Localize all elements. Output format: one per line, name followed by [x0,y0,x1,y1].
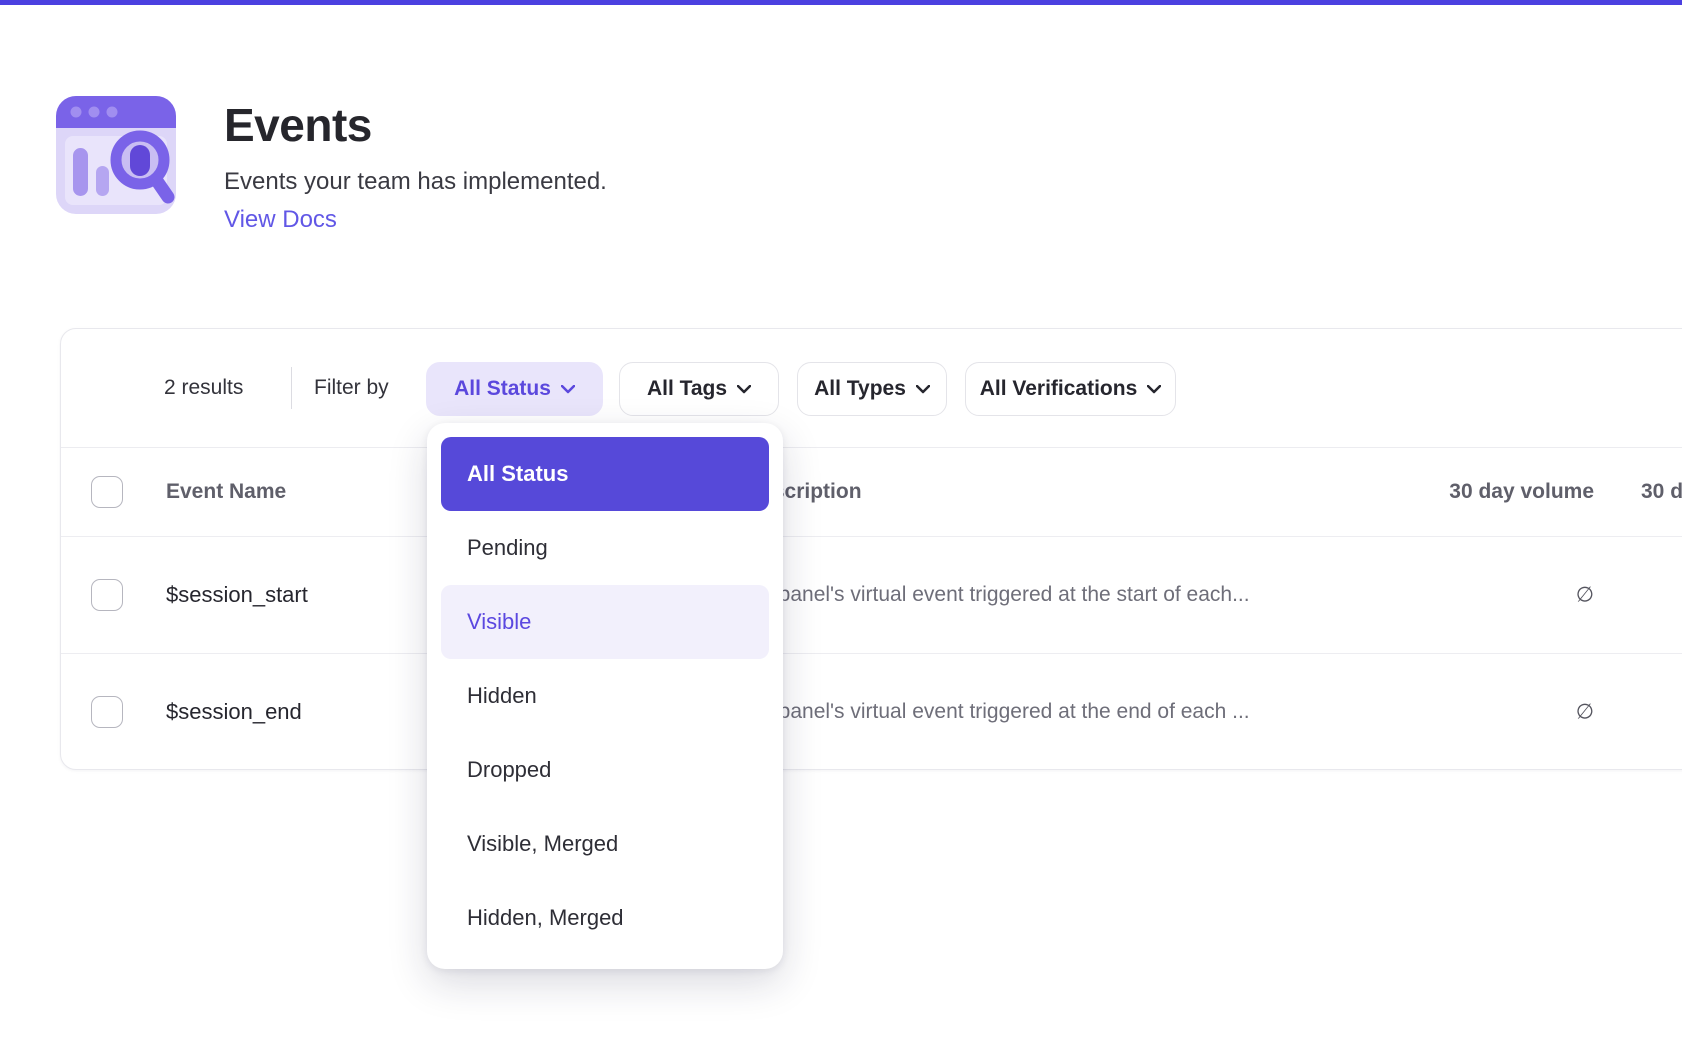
table-header-row: Event Name Description 30 day volume 30 … [61,447,1682,536]
dropdown-item-all-status[interactable]: All Status [441,437,769,511]
page-subtitle: Events your team has implemented. [224,168,924,196]
event-description: Mixpanel's virtual event triggered at th… [746,583,1250,607]
filter-toolbar: 2 results Filter by All Status All Tags … [61,329,1682,447]
dropdown-item-visible[interactable]: Visible [441,585,769,659]
status-filter-dropdown: All Status Pending Visible Hidden Droppe… [427,423,783,969]
dropdown-item-dropped[interactable]: Dropped [441,733,769,807]
filter-types-label: All Types [814,377,906,401]
column-header-30-d-partial[interactable]: 30 d [1641,480,1682,504]
filter-tags-button[interactable]: All Tags [619,362,779,416]
filter-status-button[interactable]: All Status [426,362,603,416]
results-count: 2 results [164,329,243,447]
chevron-down-icon [916,385,930,394]
toolbar-divider [291,367,292,409]
page-title: Events [224,98,924,152]
top-accent-bar [0,0,1682,5]
table-row[interactable]: $session_end Mixpanel's virtual event tr… [61,653,1682,770]
dropdown-item-hidden-merged[interactable]: Hidden, Merged [441,881,769,955]
events-lexicon-icon-svg [56,96,176,214]
chevron-down-icon [737,385,751,394]
events-table-card: 2 results Filter by All Status All Tags … [60,328,1682,770]
row-checkbox[interactable] [91,696,123,728]
dropdown-item-pending[interactable]: Pending [441,511,769,585]
event-name[interactable]: $session_end [166,699,302,725]
view-docs-link[interactable]: View Docs [224,206,337,234]
event-name[interactable]: $session_start [166,582,308,608]
dropdown-item-visible-merged[interactable]: Visible, Merged [441,807,769,881]
filter-by-label: Filter by [314,329,389,447]
event-30-day-volume: ∅ [1576,700,1594,725]
filter-verifications-button[interactable]: All Verifications [965,362,1176,416]
chevron-down-icon [561,385,575,394]
filter-tags-label: All Tags [647,377,727,401]
filter-types-button[interactable]: All Types [797,362,947,416]
column-header-30-day-volume[interactable]: 30 day volume [1449,480,1594,504]
event-description: Mixpanel's virtual event triggered at th… [746,700,1250,724]
event-30-day-volume: ∅ [1576,583,1594,608]
table-row[interactable]: $session_start Mixpanel's virtual event … [61,536,1682,653]
row-checkbox[interactable] [91,579,123,611]
dropdown-item-hidden[interactable]: Hidden [441,659,769,733]
filter-status-label: All Status [454,377,551,401]
select-all-checkbox[interactable] [91,476,123,508]
chevron-down-icon [1147,385,1161,394]
column-header-event-name[interactable]: Event Name [166,480,286,504]
events-lexicon-icon [56,96,176,214]
header-text: Events Events your team has implemented.… [224,98,924,234]
filter-verifications-label: All Verifications [980,377,1138,401]
